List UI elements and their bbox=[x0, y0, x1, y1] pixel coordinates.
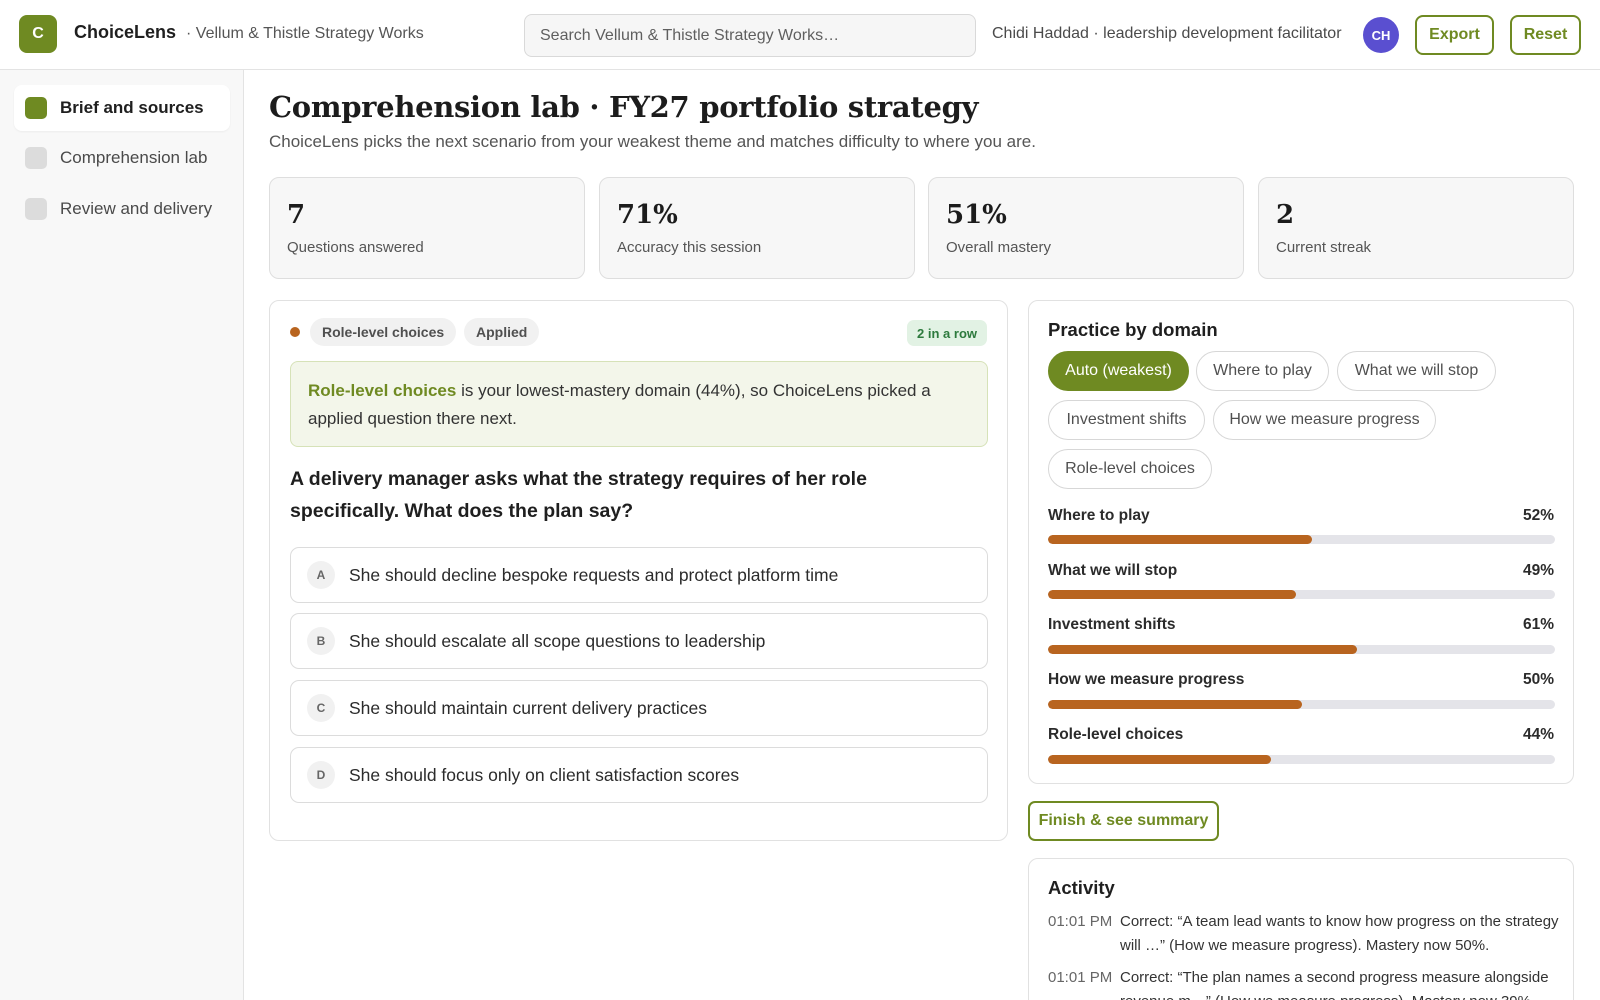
mastery-bar-fill bbox=[1048, 755, 1272, 764]
chip-role-level-choices[interactable]: Role-level choices bbox=[1048, 449, 1212, 489]
stat-card-accuracy: 71% Accuracy this session bbox=[599, 177, 915, 279]
activity-title: Activity bbox=[1048, 877, 1115, 898]
question-card: Role-level choices Applied 2 in a row Ro… bbox=[269, 300, 1008, 841]
option-text: She should escalate all scope questions … bbox=[349, 630, 766, 651]
stat-card-questions-answered: 7 Questions answered bbox=[269, 177, 585, 279]
domain-percent: 50% bbox=[1522, 671, 1554, 688]
practice-title: Practice by domain bbox=[1048, 319, 1218, 340]
page-subtitle: ChoiceLens picks the next scenario from … bbox=[269, 132, 1036, 151]
export-button[interactable]: Export bbox=[1415, 15, 1494, 55]
mastery-bar-fill bbox=[1048, 700, 1302, 709]
domain-name: What we will stop bbox=[1048, 562, 1178, 579]
domain-dot-icon bbox=[290, 327, 300, 337]
mastery-bar bbox=[1048, 535, 1555, 544]
domain-percent: 61% bbox=[1522, 616, 1554, 633]
answer-option-d[interactable]: D She should focus only on client satisf… bbox=[290, 747, 988, 803]
option-letter-badge: A bbox=[307, 561, 335, 589]
chip-how-we-measure-progress[interactable]: How we measure progress bbox=[1213, 400, 1436, 440]
option-text: She should maintain current delivery pra… bbox=[349, 697, 707, 718]
domain-percent: 49% bbox=[1522, 562, 1554, 579]
stat-label: Questions answered bbox=[287, 239, 424, 256]
activity-time: 01:01 PM bbox=[1048, 913, 1113, 930]
activity-time: 01:01 PM bbox=[1048, 969, 1113, 986]
selection-explanation: Role-level choices is your lowest-master… bbox=[290, 361, 988, 447]
streak-badge: 2 in a row bbox=[907, 320, 987, 346]
activity-card: Activity 01:01 PM Correct: “A team lead … bbox=[1028, 858, 1574, 1000]
mastery-bar-fill bbox=[1048, 645, 1358, 654]
reset-button[interactable]: Reset bbox=[1510, 15, 1581, 55]
stat-card-current-streak: 2 Current streak bbox=[1258, 177, 1574, 279]
domain-percent: 52% bbox=[1522, 507, 1554, 524]
option-text: She should decline bespoke requests and … bbox=[349, 564, 839, 585]
domain-name: Where to play bbox=[1048, 507, 1150, 524]
nav-square-icon bbox=[25, 97, 47, 119]
stat-value: 71% bbox=[617, 200, 678, 230]
nav-square-icon bbox=[25, 198, 47, 220]
nav-square-icon bbox=[25, 147, 47, 169]
sidebar-item-label: Comprehension lab bbox=[60, 148, 208, 167]
top-header: C ChoiceLens · Vellum & Thistle Strategy… bbox=[0, 0, 1600, 70]
stat-value: 2 bbox=[1276, 200, 1295, 230]
sidebar-item-label: Brief and sources bbox=[60, 98, 204, 117]
stat-label: Current streak bbox=[1276, 239, 1372, 256]
sidebar-item-label: Review and delivery bbox=[60, 199, 213, 218]
stat-value: 7 bbox=[287, 200, 306, 230]
sidebar: Brief and sources Comprehension lab Revi… bbox=[0, 70, 244, 1000]
domain-name: Role-level choices bbox=[1048, 726, 1184, 743]
stat-card-overall-mastery: 51% Overall mastery bbox=[928, 177, 1244, 279]
mastery-bar bbox=[1048, 645, 1555, 654]
activity-text: Correct: “A team lead wants to know how … bbox=[1120, 913, 1559, 954]
domain-name: Investment shifts bbox=[1048, 616, 1176, 633]
chip-auto-weakest[interactable]: Auto (weakest) bbox=[1048, 351, 1189, 391]
mastery-bar-fill bbox=[1048, 590, 1297, 599]
option-text: She should focus only on client satisfac… bbox=[349, 764, 740, 785]
weakest-domain-link[interactable]: Role-level choices bbox=[308, 381, 456, 400]
answer-option-b[interactable]: B She should escalate all scope question… bbox=[290, 613, 988, 669]
page-title: Comprehension lab · FY27 portfolio strat… bbox=[269, 90, 979, 124]
stat-label: Accuracy this session bbox=[617, 239, 762, 256]
answer-option-a[interactable]: A She should decline bespoke requests an… bbox=[290, 547, 988, 603]
option-letter-badge: D bbox=[307, 761, 335, 789]
mastery-bar-fill bbox=[1048, 535, 1312, 544]
domain-name: How we measure progress bbox=[1048, 671, 1245, 688]
chip-investment-shifts[interactable]: Investment shifts bbox=[1048, 400, 1205, 440]
mastery-bar bbox=[1048, 590, 1555, 599]
app-name: ChoiceLens bbox=[74, 22, 177, 42]
chip-what-we-will-stop[interactable]: What we will stop bbox=[1337, 351, 1496, 391]
practice-by-domain-card: Practice by domain Auto (weakest) Where … bbox=[1028, 300, 1574, 784]
mastery-bar bbox=[1048, 700, 1555, 709]
search-input[interactable] bbox=[524, 14, 976, 57]
sidebar-item-comprehension-lab[interactable]: Comprehension lab bbox=[14, 135, 230, 181]
answer-option-c[interactable]: C She should maintain current delivery p… bbox=[290, 680, 988, 736]
domain-percent: 44% bbox=[1522, 726, 1554, 743]
option-letter-badge: C bbox=[307, 694, 335, 722]
org-name: · Vellum & Thistle Strategy Works bbox=[186, 25, 424, 42]
finish-summary-button[interactable]: Finish & see summary bbox=[1028, 801, 1219, 841]
option-letter-badge: B bbox=[307, 627, 335, 655]
user-label: Chidi Haddad · leadership development fa… bbox=[992, 25, 1342, 42]
sidebar-item-review-and-delivery[interactable]: Review and delivery bbox=[14, 186, 230, 232]
sidebar-item-brief-and-sources[interactable]: Brief and sources bbox=[14, 85, 230, 131]
chip-where-to-play[interactable]: Where to play bbox=[1196, 351, 1329, 391]
question-text: A delivery manager asks what the strateg… bbox=[290, 468, 867, 522]
mastery-bar bbox=[1048, 755, 1555, 764]
level-tag: Applied bbox=[464, 318, 540, 346]
stat-value: 51% bbox=[946, 200, 1007, 230]
avatar[interactable]: CH bbox=[1363, 17, 1399, 53]
activity-text: Correct: “The plan names a second progre… bbox=[1120, 969, 1549, 1000]
domain-tag: Role-level choices bbox=[310, 318, 457, 346]
app-logo[interactable]: C bbox=[19, 15, 57, 53]
stat-label: Overall mastery bbox=[946, 239, 1052, 256]
